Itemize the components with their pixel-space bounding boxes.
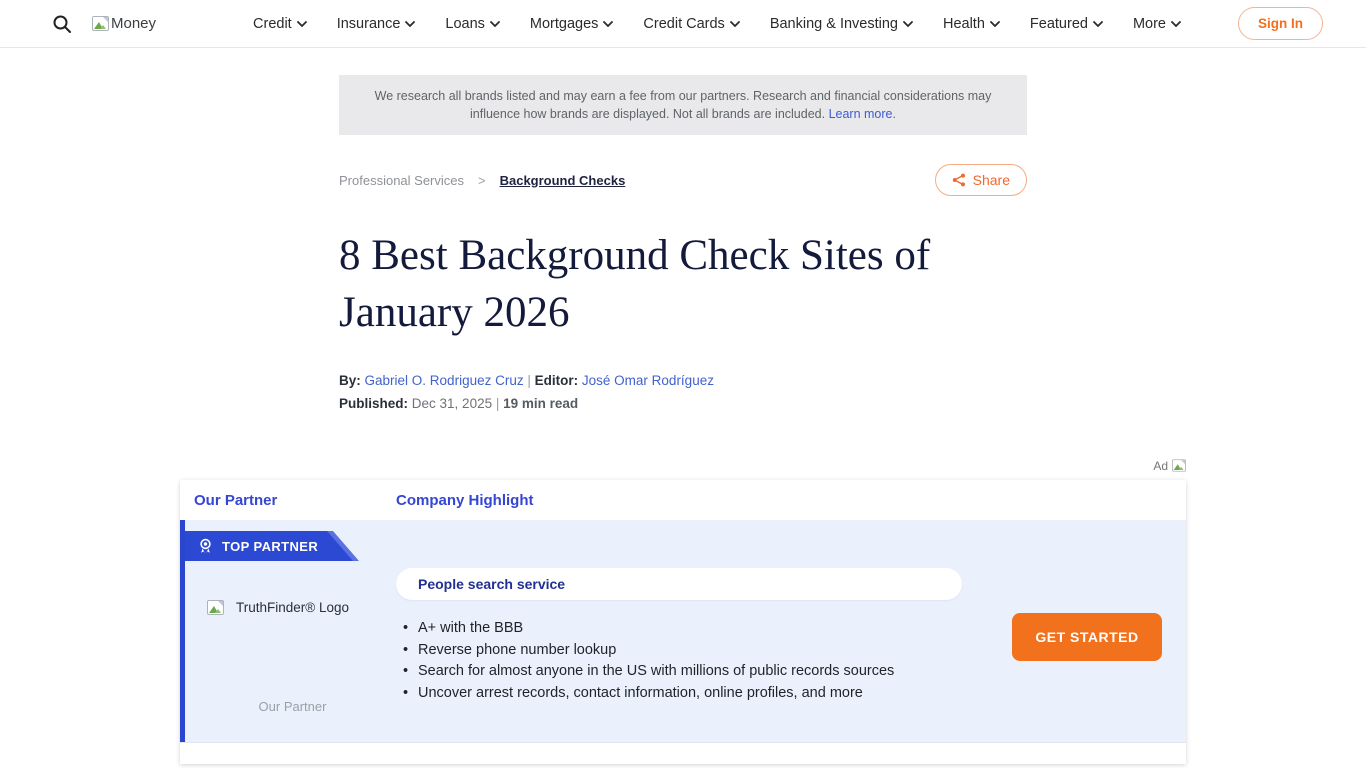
ad-label-row: Ad <box>180 458 1186 473</box>
get-started-button[interactable]: GET STARTED <box>1012 613 1162 661</box>
nav-item-health[interactable]: Health <box>943 16 1000 32</box>
read-time: 19 min read <box>503 396 578 411</box>
published-row: Published: Dec 31, 2025 | 19 min read <box>339 394 1027 414</box>
nav-item-loans[interactable]: Loans <box>445 16 500 32</box>
nav-item-insurance[interactable]: Insurance <box>337 16 416 32</box>
top-partner-label: TOP PARTNER <box>222 539 318 554</box>
highlight-item: Reverse phone number lookup <box>401 640 976 662</box>
highlight-item: A+ with the BBB <box>401 618 976 640</box>
page-title: 8 Best Background Check Sites of January… <box>339 227 1027 341</box>
site-logo-alt-text: Money <box>111 15 156 32</box>
chevron-down-icon <box>490 21 500 27</box>
sign-in-button[interactable]: Sign In <box>1238 7 1323 40</box>
ad-label: Ad <box>1153 459 1168 473</box>
search-icon[interactable] <box>52 14 72 34</box>
chevron-down-icon <box>903 21 913 27</box>
site-logo[interactable]: Money <box>92 15 156 32</box>
top-partner-ribbon: TOP PARTNER <box>185 531 365 561</box>
service-tag-pill: People search service <box>396 568 962 600</box>
nav-item-credit-cards[interactable]: Credit Cards <box>643 16 739 32</box>
author-link[interactable]: Gabriel O. Rodriguez Cruz <box>365 373 524 388</box>
nav-item-banking-investing[interactable]: Banking & Investing <box>770 16 913 32</box>
chevron-down-icon <box>297 21 307 27</box>
broken-image-icon <box>1172 459 1186 472</box>
share-label: Share <box>973 172 1010 188</box>
nav-item-mortgages[interactable]: Mortgages <box>530 16 614 32</box>
disclaimer-text: We research all brands listed and may ea… <box>375 89 992 121</box>
next-partner-row-partial <box>180 742 1186 764</box>
breadcrumb: Professional Services > Background Check… <box>339 163 1027 197</box>
primary-nav: Credit Insurance Loans Mortgages Credit … <box>253 16 1181 32</box>
chevron-down-icon <box>1171 21 1181 27</box>
share-button[interactable]: Share <box>935 164 1027 196</box>
published-date: Dec 31, 2025 <box>412 396 492 411</box>
partner-table-header: Our Partner Company Highlight <box>180 480 1186 520</box>
partner-caption: Our Partner <box>185 699 400 714</box>
nav-item-featured[interactable]: Featured <box>1030 16 1103 32</box>
highlight-item: Search for almost anyone in the US with … <box>401 661 976 683</box>
top-navigation: Money Credit Insurance Loans Mortgages C… <box>0 0 1366 48</box>
broken-image-icon <box>207 600 224 615</box>
breadcrumb-parent[interactable]: Professional Services <box>339 173 464 188</box>
chevron-down-icon <box>1093 21 1103 27</box>
broken-image-icon <box>92 16 109 31</box>
nav-item-credit[interactable]: Credit <box>253 16 307 32</box>
breadcrumb-current[interactable]: Background Checks <box>500 173 626 188</box>
byline: By: Gabriel O. Rodriguez Cruz | Editor: … <box>339 371 1027 391</box>
column-header-our-partner: Our Partner <box>194 492 277 509</box>
learn-more-link[interactable]: Learn more <box>829 107 893 121</box>
chevron-down-icon <box>405 21 415 27</box>
partner-comparison-card: Our Partner Company Highlight TOP PARTNE… <box>180 480 1186 764</box>
share-icon <box>952 173 966 187</box>
service-tag-label: People search service <box>418 576 565 592</box>
chevron-down-icon <box>730 21 740 27</box>
highlight-list: A+ with the BBB Reverse phone number loo… <box>401 618 976 704</box>
column-header-company-highlight: Company Highlight <box>396 492 534 509</box>
partner-logo[interactable]: TruthFinder® Logo <box>207 600 349 615</box>
top-partner-row: TOP PARTNER TruthFinder® Logo Our Partne… <box>180 520 1186 742</box>
chevron-down-icon <box>990 21 1000 27</box>
medal-icon <box>198 538 213 555</box>
partner-logo-alt-text: TruthFinder® Logo <box>236 600 349 615</box>
editor-link[interactable]: José Omar Rodríguez <box>582 373 714 388</box>
chevron-down-icon <box>603 21 613 27</box>
nav-item-more[interactable]: More <box>1133 16 1181 32</box>
breadcrumb-separator: > <box>478 173 486 188</box>
highlight-item: Uncover arrest records, contact informat… <box>401 683 976 705</box>
affiliate-disclaimer: We research all brands listed and may ea… <box>339 75 1027 135</box>
